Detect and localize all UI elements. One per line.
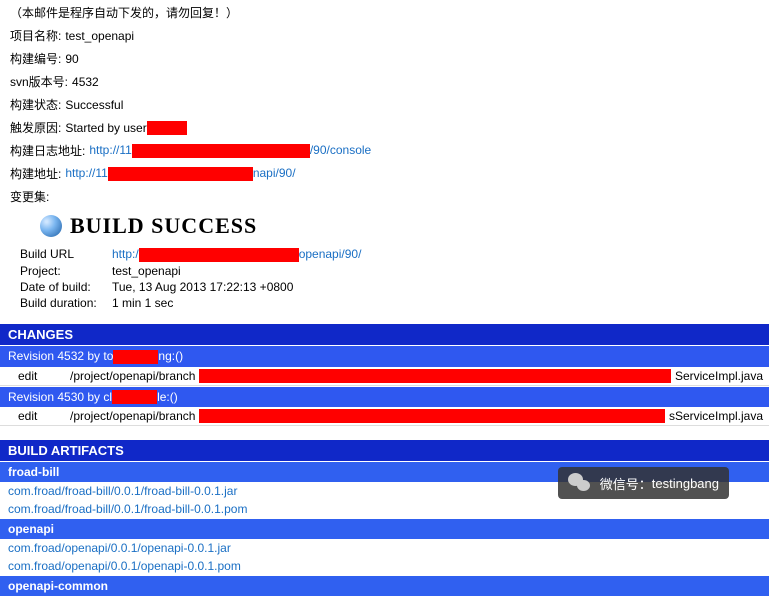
header-note: （本邮件是程序自动下发的，请勿回复！） [10,4,759,21]
build-url-row: 构建地址: http://11napi/90/ [10,165,759,182]
build-no-label: 构建编号: [10,50,61,67]
cause-label: 触发原因: [10,119,61,136]
redacted-author [113,350,158,364]
redacted-user [147,121,187,135]
log-url-row: 构建日志地址: http://11/90/console [10,142,759,159]
change-file: sServiceImpl.java [669,409,763,423]
log-url-label: 构建日志地址: [10,142,85,159]
detail-build-url: Build URL http:/openapi/90/ [20,247,749,262]
wechat-icon [568,473,592,493]
change-file: ServiceImpl.java [675,369,763,383]
wechat-box: 微信号： testingbang [558,467,729,499]
status-label: 构建状态: [10,96,61,113]
sphere-icon [40,215,62,237]
redacted-path [199,369,671,383]
project-name-value: test_openapi [65,29,134,43]
redacted-path [199,409,665,423]
artifact-link[interactable]: com.froad/openapi/0.0.1/openapi-0.0.1.ja… [8,541,231,555]
edit-label: edit [6,409,70,423]
artifact-link[interactable]: com.froad/froad-bill/0.0.1/froad-bill-0.… [8,484,237,498]
revision-header-1: Revision 4530 by clle:() [0,386,769,408]
change-row-1: edit /project/openapi/branch sServiceImp… [0,407,769,426]
change-path: /project/openapi/branch [70,409,195,423]
changes-label-row: 变更集: [10,188,759,205]
wechat-label: 微信号： [600,474,652,493]
redacted-host [132,144,310,158]
svn-label: svn版本号: [10,73,68,90]
project-name-row: 项目名称: test_openapi [10,27,759,44]
change-row-0: edit /project/openapi/branch ServiceImpl… [0,367,769,386]
changes-header: CHANGES [0,324,769,345]
build-no-value: 90 [65,52,78,66]
project-name-label: 项目名称: [10,27,61,44]
artifacts-header: BUILD ARTIFACTS [0,440,769,461]
status-row: 构建状态: Successful [10,96,759,113]
build-url-link[interactable]: http://11napi/90/ [65,166,295,181]
cause-row: 触发原因: Started by user [10,119,759,136]
build-no-row: 构建编号: 90 [10,50,759,67]
detail-build-url-link[interactable]: http:/openapi/90/ [112,247,361,262]
changes-label: 变更集: [10,188,49,205]
redacted-host [139,248,299,262]
artifact-link[interactable]: com.froad/openapi/0.0.1/openapi-0.0.1.po… [8,559,241,573]
detail-duration: Build duration: 1 min 1 sec [20,296,749,310]
log-url-link[interactable]: http://11/90/console [89,143,371,158]
build-success-row: BUILD SUCCESS [40,213,759,239]
svn-row: svn版本号: 4532 [10,73,759,90]
svn-value: 4532 [72,75,99,89]
redacted-author [112,390,157,404]
detail-date: Date of build: Tue, 13 Aug 2013 17:22:13… [20,280,749,294]
edit-label: edit [6,369,70,383]
revision-header-0: Revision 4532 by tong:() [0,345,769,367]
artifact-group-1: openapi [0,518,769,539]
build-url-label: 构建地址: [10,165,61,182]
wechat-value: testingbang [652,476,719,491]
cause-value: Started by user [65,121,146,135]
artifact-group-2: openapi-common [0,575,769,596]
redacted-host [108,167,253,181]
build-success-text: BUILD SUCCESS [70,213,257,239]
status-value: Successful [65,98,123,112]
artifact-link[interactable]: com.froad/froad-bill/0.0.1/froad-bill-0.… [8,502,247,516]
detail-project: Project: test_openapi [20,264,749,278]
change-path: /project/openapi/branch [70,369,195,383]
